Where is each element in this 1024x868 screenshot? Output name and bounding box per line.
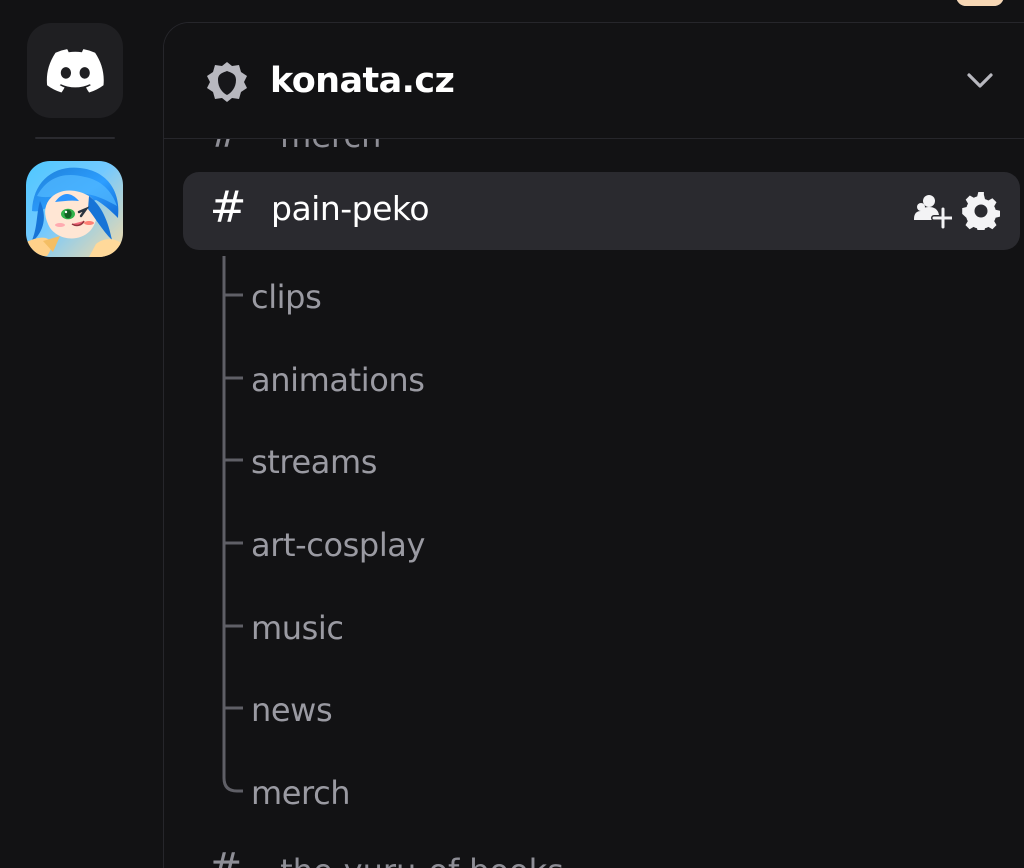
chevron-down-icon[interactable] — [965, 68, 995, 92]
hash-icon: # — [209, 182, 247, 233]
thread-list: clips animations streams art-cosplay mus… — [164, 23, 1024, 868]
partial-channel-label: the-yuru-of-books — [280, 852, 564, 868]
thread-item-art-cosplay[interactable]: art-cosplay — [251, 518, 751, 572]
selected-channel-row[interactable]: # pain-peko — [183, 172, 1020, 250]
hash-icon: # — [208, 844, 243, 868]
thread-item-news[interactable]: news — [251, 683, 751, 737]
thread-item-clips[interactable]: clips — [251, 270, 751, 324]
selected-channel-label: pain-peko — [271, 189, 430, 228]
anime-server-avatar — [26, 161, 123, 257]
server-rail-divider — [35, 137, 115, 139]
gear-icon[interactable] — [962, 192, 1000, 230]
avatar-fragment-icon — [956, 0, 1004, 6]
server-rail — [0, 0, 150, 868]
thread-item-music[interactable]: music — [251, 601, 751, 655]
thread-item-merch[interactable]: merch — [251, 766, 751, 820]
thread-item-streams[interactable]: streams — [251, 435, 751, 489]
discord-home-button[interactable] — [27, 23, 123, 118]
server-avatar[interactable] — [26, 161, 123, 257]
partial-channel-row[interactable]: # the-yuru-of-books — [208, 846, 564, 868]
channel-panel: konata.cz # merch # pain-peko — [163, 22, 1024, 868]
guild-name: konata.cz — [270, 61, 455, 101]
top-right-avatar-fragment — [956, 0, 1004, 6]
thread-item-animations[interactable]: animations — [251, 353, 751, 407]
discord-logo-icon — [46, 48, 104, 92]
discord-mobile-channel-view: konata.cz # merch # pain-peko — [0, 0, 1024, 868]
guild-shield-icon — [207, 62, 247, 102]
invite-people-icon[interactable] — [914, 193, 952, 229]
guild-header[interactable]: konata.cz — [164, 23, 1024, 139]
